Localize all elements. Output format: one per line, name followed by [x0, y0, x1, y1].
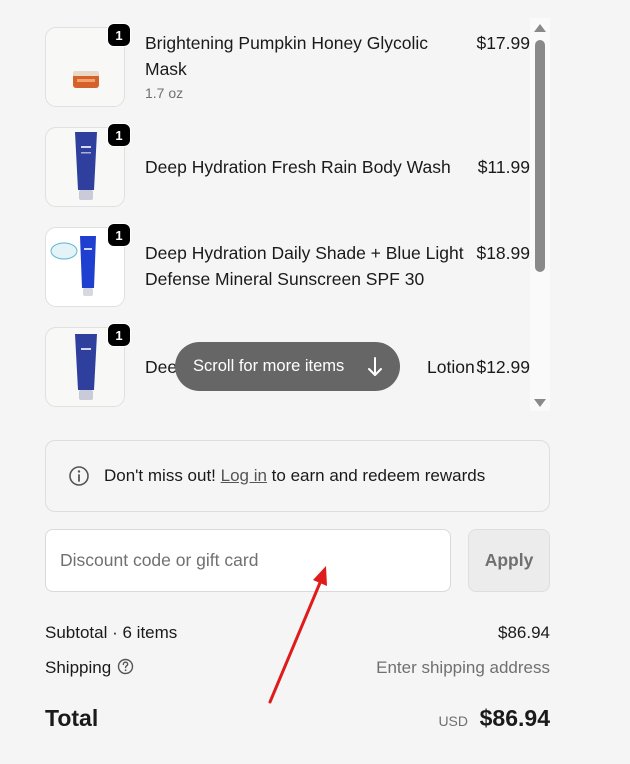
scroll-thumb[interactable]: [535, 40, 545, 272]
quantity-badge: 1: [107, 323, 131, 347]
rewards-text-after: to earn and redeem rewards: [266, 466, 486, 485]
shipping-value: Enter shipping address: [376, 658, 550, 677]
item-price: $11.99: [477, 157, 530, 177]
login-link[interactable]: Log in: [221, 466, 267, 485]
item-price: $18.99: [476, 243, 530, 263]
shipping-label: Shipping: [45, 658, 112, 677]
quantity-badge: 1: [107, 223, 131, 247]
scroll-down-arrow[interactable]: [534, 399, 546, 407]
info-icon: [69, 466, 89, 486]
total-label: Total: [45, 705, 99, 731]
item-price: $12.99: [476, 357, 530, 377]
subtotal-value: $86.94: [498, 623, 550, 642]
shipping-label-group: Shipping: [45, 657, 134, 679]
item-name: Deep Hydration Daily Shade + Blue Light …: [145, 243, 464, 289]
apply-button[interactable]: Apply: [468, 529, 550, 592]
cart-item: 1 Brightening Pumpkin Honey Glycolic Mas…: [45, 18, 535, 107]
total-value: $86.94: [479, 705, 550, 731]
rewards-banner: Don't miss out! Log in to earn and redee…: [45, 440, 550, 512]
quantity-badge: 1: [107, 123, 131, 147]
currency-code: USD: [438, 713, 468, 729]
item-name: Deep Hydration Fresh Rain Body Wash: [145, 157, 451, 177]
scroll-up-arrow[interactable]: [534, 24, 546, 32]
total-row: Total USD $86.94: [45, 705, 550, 737]
scroll-more-button[interactable]: Scroll for more items: [175, 342, 400, 391]
item-price: $17.99: [476, 33, 530, 53]
arrow-down-icon: [368, 357, 382, 376]
discount-code-input[interactable]: [45, 529, 451, 592]
rewards-message: Don't miss out! Log in to earn and redee…: [104, 441, 485, 511]
subtotal-label: Subtotal · 6 items: [45, 623, 178, 642]
scroll-hint-label: Scroll for more items: [193, 357, 345, 375]
scrollbar[interactable]: [530, 18, 550, 411]
item-variant: 1.7 oz: [145, 85, 184, 101]
item-name: Brightening Pumpkin Honey Glycolic Mask: [145, 33, 429, 79]
rewards-text-before: Don't miss out!: [104, 466, 221, 485]
quantity-badge: 1: [107, 23, 131, 47]
help-circle-icon[interactable]: [117, 658, 134, 675]
cart-item: 1 Deep Hydration Fresh Rain Body Wash $1…: [45, 118, 535, 207]
cart-item: 1 Deep Hydration Daily Shade + Blue Ligh…: [45, 218, 535, 307]
